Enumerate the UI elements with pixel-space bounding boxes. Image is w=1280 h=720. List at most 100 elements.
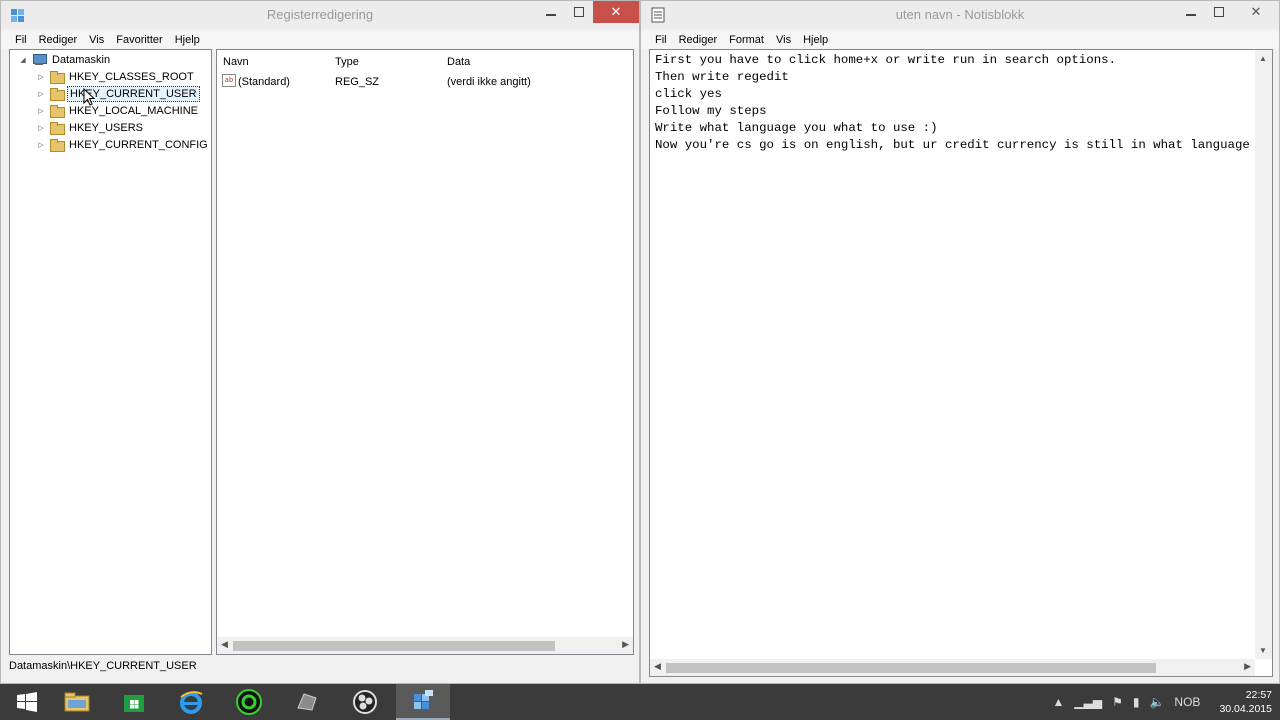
input-language[interactable]: NOB bbox=[1174, 695, 1200, 709]
tree-item-label: HKEY_CURRENT_CONFIG bbox=[69, 138, 208, 151]
close-icon: ✕ bbox=[1250, 4, 1262, 19]
taskbar-store[interactable] bbox=[107, 684, 161, 720]
obs-icon bbox=[353, 690, 377, 714]
menu-vis[interactable]: Vis bbox=[770, 34, 797, 46]
maximize-button[interactable] bbox=[565, 1, 593, 23]
tree-item-datamaskin[interactable]: ◢ Datamaskin bbox=[18, 51, 112, 68]
scroll-right-icon[interactable]: ▶ bbox=[1244, 661, 1251, 672]
status-bar: Datamaskin\HKEY_CURRENT_USER bbox=[9, 657, 633, 675]
scroll-left-icon[interactable]: ◀ bbox=[654, 661, 661, 672]
maximize-icon bbox=[574, 7, 584, 17]
maximize-icon bbox=[1214, 7, 1224, 17]
folder-icon bbox=[50, 88, 65, 101]
tree-item-label: Datamaskin bbox=[52, 53, 111, 66]
taskbar-razer-app[interactable] bbox=[222, 684, 276, 720]
show-hidden-icons-icon[interactable]: ▲ bbox=[1053, 695, 1065, 709]
volume-icon[interactable]: 🔈 bbox=[1149, 695, 1164, 709]
scroll-up-icon[interactable]: ▲ bbox=[1259, 54, 1267, 63]
collapsed-arrow-icon[interactable]: ▷ bbox=[36, 90, 46, 98]
minimize-icon bbox=[546, 14, 556, 16]
menu-fil[interactable]: Fil bbox=[9, 34, 33, 46]
scroll-down-icon[interactable]: ▼ bbox=[1259, 646, 1267, 655]
values-list[interactable]: Navn Type Data ab (Standard) REG_SZ (ver… bbox=[216, 49, 634, 655]
menu-rediger[interactable]: Rediger bbox=[33, 34, 84, 46]
expanded-arrow-icon[interactable]: ◢ bbox=[18, 56, 28, 64]
computer-icon bbox=[32, 53, 47, 66]
tree-item-hkey-current-config[interactable]: ▷ HKEY_CURRENT_CONFIG bbox=[36, 136, 210, 153]
minimize-icon bbox=[1186, 14, 1196, 16]
tree-item-hkey-current-user[interactable]: ▷ HKEY_CURRENT_USER bbox=[36, 85, 200, 102]
close-button[interactable]: ✕ bbox=[593, 1, 639, 23]
action-center-flag-icon[interactable]: ⚑ bbox=[1112, 695, 1123, 709]
status-path: Datamaskin\HKEY_CURRENT_USER bbox=[9, 660, 197, 672]
mouse-cursor-icon bbox=[83, 88, 95, 106]
maximize-button[interactable] bbox=[1205, 1, 1233, 23]
internet-explorer-icon bbox=[180, 691, 203, 714]
start-button[interactable] bbox=[0, 684, 54, 720]
tree-item-label: HKEY_USERS bbox=[69, 121, 143, 134]
text-line: Write what language you what to use :) bbox=[655, 121, 938, 135]
menu-hjelp[interactable]: Hjelp bbox=[797, 34, 834, 46]
tree-item-hkey-classes-root[interactable]: ▷ HKEY_CLASSES_ROOT bbox=[36, 68, 196, 85]
value-data: (verdi ikke angitt) bbox=[447, 76, 531, 88]
regedit-menubar: Fil Rediger Vis Favoritter Hjelp bbox=[1, 31, 639, 49]
minimize-button[interactable] bbox=[1177, 1, 1205, 23]
taskbar-regedit-app[interactable] bbox=[396, 684, 450, 720]
system-tray: ▲ ▁▃▅ ⚑ ▮ 🔈 NOB 22:57 30.04.2015 bbox=[1048, 684, 1272, 720]
tree-item-hkey-local-machine[interactable]: ▷ HKEY_LOCAL_MACHINE bbox=[36, 102, 200, 119]
folder-icon bbox=[50, 122, 65, 135]
value-row[interactable]: ab (Standard) REG_SZ (verdi ikke angitt) bbox=[221, 74, 629, 92]
value-name: (Standard) bbox=[238, 76, 290, 88]
scroll-left-icon[interactable]: ◀ bbox=[221, 639, 228, 650]
notepad-window: uten navn - Notisblokk ✕ Fil Rediger For… bbox=[640, 0, 1280, 684]
text-line: click yes bbox=[655, 87, 722, 101]
windows-logo-icon bbox=[17, 692, 37, 712]
close-button[interactable]: ✕ bbox=[1233, 1, 1279, 23]
column-header-type[interactable]: Type bbox=[335, 56, 359, 68]
folder-icon bbox=[64, 692, 90, 712]
menu-format[interactable]: Format bbox=[723, 34, 770, 46]
store-icon bbox=[124, 695, 144, 712]
taskbar-internet-explorer[interactable] bbox=[164, 684, 218, 720]
notepad-text-area[interactable]: First you have to click home+x or write … bbox=[649, 49, 1273, 677]
folder-icon bbox=[50, 139, 65, 152]
razer-icon bbox=[236, 689, 262, 715]
menu-fil[interactable]: Fil bbox=[649, 34, 673, 46]
menu-vis[interactable]: Vis bbox=[83, 34, 110, 46]
column-header-data[interactable]: Data bbox=[447, 56, 470, 68]
collapsed-arrow-icon[interactable]: ▷ bbox=[36, 73, 46, 81]
battery-icon[interactable]: ▮ bbox=[1133, 695, 1140, 709]
notepad-menubar: Fil Rediger Format Vis Hjelp bbox=[641, 31, 1279, 49]
string-value-icon: ab bbox=[222, 74, 236, 87]
regedit-icon bbox=[414, 690, 433, 709]
close-icon: ✕ bbox=[610, 4, 622, 19]
vertical-scrollbar[interactable]: ▲ ▼ bbox=[1255, 50, 1272, 659]
collapsed-arrow-icon[interactable]: ▷ bbox=[36, 124, 46, 132]
scrollbar-thumb[interactable] bbox=[666, 663, 1156, 673]
regedit-titlebar[interactable]: Registerredigering ✕ bbox=[1, 1, 639, 29]
menu-rediger[interactable]: Rediger bbox=[673, 34, 724, 46]
scroll-right-icon[interactable]: ▶ bbox=[622, 639, 629, 650]
menu-hjelp[interactable]: Hjelp bbox=[169, 34, 206, 46]
taskbar: ▲ ▁▃▅ ⚑ ▮ 🔈 NOB 22:57 30.04.2015 bbox=[0, 684, 1280, 720]
tree-item-label: HKEY_CLASSES_ROOT bbox=[69, 70, 194, 83]
column-header-name[interactable]: Navn bbox=[223, 56, 249, 68]
notepad-titlebar[interactable]: uten navn - Notisblokk ✕ bbox=[641, 1, 1279, 29]
taskbar-obs-app[interactable] bbox=[338, 684, 392, 720]
folder-icon bbox=[50, 71, 65, 84]
horizontal-scrollbar[interactable]: ◀ ▶ bbox=[650, 659, 1255, 676]
folder-icon bbox=[50, 105, 65, 118]
taskbar-app-gray[interactable] bbox=[280, 684, 334, 720]
network-signal-icon[interactable]: ▁▃▅ bbox=[1074, 695, 1102, 709]
taskbar-file-explorer[interactable] bbox=[50, 684, 104, 720]
tree-item-hkey-users[interactable]: ▷ HKEY_USERS bbox=[36, 119, 145, 136]
minimize-button[interactable] bbox=[537, 1, 565, 23]
scrollbar-thumb[interactable] bbox=[233, 641, 555, 651]
collapsed-arrow-icon[interactable]: ▷ bbox=[36, 141, 46, 149]
collapsed-arrow-icon[interactable]: ▷ bbox=[36, 107, 46, 115]
registry-tree[interactable]: ◢ Datamaskin ▷ HKEY_CLASSES_ROOT ▷ HKEY_… bbox=[9, 49, 212, 655]
horizontal-scrollbar[interactable]: ◀ ▶ bbox=[217, 637, 633, 654]
app-icon bbox=[297, 693, 317, 711]
clock[interactable]: 22:57 30.04.2015 bbox=[1219, 688, 1272, 716]
menu-favoritter[interactable]: Favoritter bbox=[110, 34, 168, 46]
